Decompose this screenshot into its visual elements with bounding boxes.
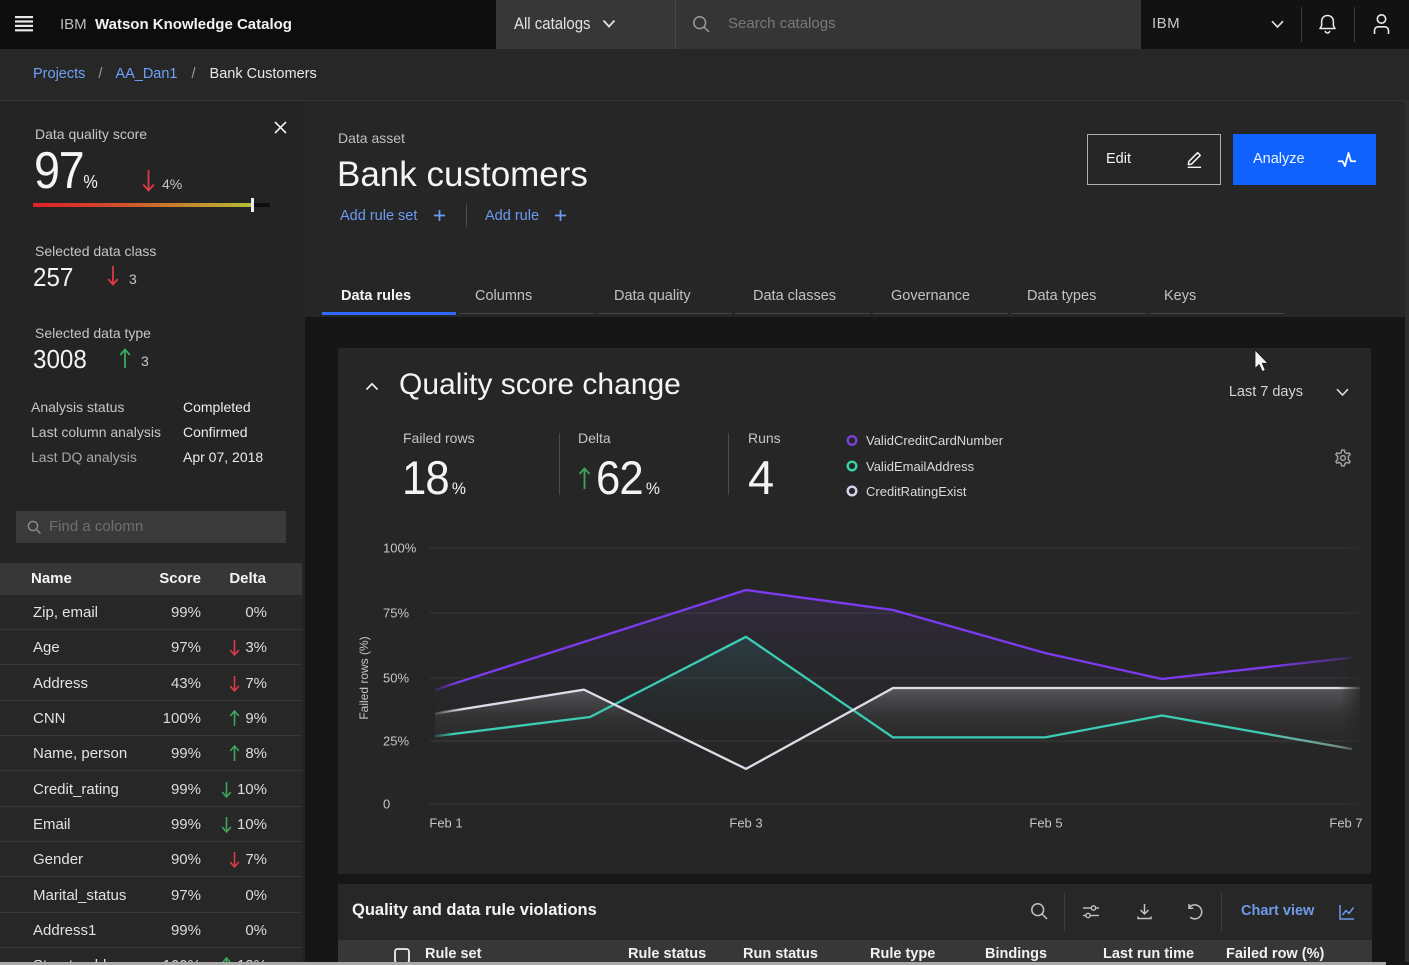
svg-text:25%: 25% bbox=[383, 734, 409, 749]
svg-text:Failed rows (%): Failed rows (%) bbox=[357, 636, 371, 719]
svg-text:Feb 3: Feb 3 bbox=[729, 816, 762, 831]
svg-text:100%: 100% bbox=[383, 541, 417, 556]
svg-text:Feb 5: Feb 5 bbox=[1029, 816, 1062, 831]
svg-text:75%: 75% bbox=[383, 606, 409, 621]
svg-text:Feb 7: Feb 7 bbox=[1329, 816, 1362, 831]
svg-text:50%: 50% bbox=[383, 671, 409, 686]
svg-text:Feb 1: Feb 1 bbox=[429, 816, 462, 831]
svg-text:0: 0 bbox=[383, 797, 390, 812]
